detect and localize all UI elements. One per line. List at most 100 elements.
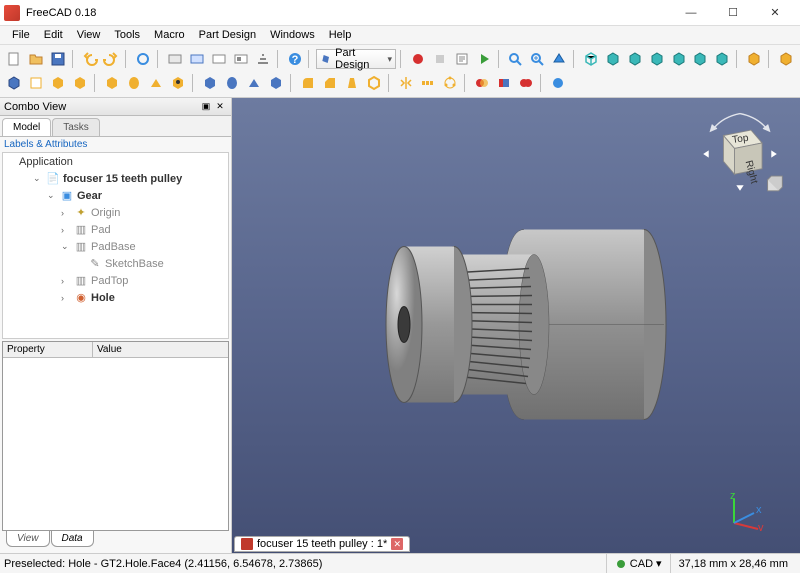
toolbar-button[interactable] [548,73,568,93]
pad-icon: ▥ [74,223,88,237]
navigation-cube[interactable]: Top Right [694,108,786,200]
mirror-button[interactable] [396,73,416,93]
linear-pattern-button[interactable] [418,73,438,93]
tab-view[interactable]: View [6,531,50,547]
view-iso-button[interactable] [581,49,601,69]
window-title: FreeCAD 0.18 [26,7,670,19]
view-top-button[interactable] [625,49,645,69]
fillet-button[interactable] [298,73,318,93]
panel-close-button[interactable]: ✕ [213,100,227,114]
toolbar-button[interactable] [231,49,251,69]
subtractive-loft-button[interactable] [244,73,264,93]
edit-sketch-button[interactable] [48,73,68,93]
combo-view-title: Combo View [4,101,66,113]
hole-icon: ◉ [74,291,88,305]
status-mode: CAD [630,558,653,570]
undo-button[interactable] [80,49,100,69]
menu-edit[interactable]: Edit [38,27,69,43]
chamfer-button[interactable] [320,73,340,93]
toolbar-button[interactable] [187,49,207,69]
viewport-tab-close[interactable]: ✕ [391,538,403,550]
tree-body-gear[interactable]: ⌄▣Gear [45,187,228,204]
3d-viewport[interactable]: Top Right z y x focuser 15 teeth pu [232,98,800,553]
tree-hole[interactable]: ›◉Hole [59,289,228,306]
toggle-part-button[interactable] [776,49,796,69]
menu-view[interactable]: View [71,27,107,43]
pad-button[interactable] [102,73,122,93]
status-preselect: Preselected: Hole - GT2.Hole.Face4 (2.41… [4,558,322,570]
boolean-button[interactable] [472,73,492,93]
loft-button[interactable] [146,73,166,93]
pocket-button[interactable] [200,73,220,93]
record-macro-button[interactable] [408,49,428,69]
tree-document[interactable]: ⌄📄focuser 15 teeth pulley [31,170,228,187]
model-tree[interactable]: Application ⌄📄focuser 15 teeth pulley ⌄▣… [2,152,229,339]
menu-windows[interactable]: Windows [264,27,321,43]
menu-partdesign[interactable]: Part Design [193,27,262,43]
stop-macro-button[interactable] [430,49,450,69]
view-left-button[interactable] [712,49,732,69]
tab-model[interactable]: Model [2,118,51,136]
viewport-tabs: focuser 15 teeth pulley : 1* ✕ [234,535,410,553]
close-button[interactable]: ✕ [754,2,796,24]
view-bottom-button[interactable] [690,49,710,69]
tree-padtop[interactable]: ›▥PadTop [59,272,228,289]
toolbar-area: ? Part Design [0,45,800,98]
tree-sketchbase[interactable]: ✎SketchBase [73,255,228,272]
tab-tasks[interactable]: Tasks [52,118,100,136]
view-front-button[interactable] [603,49,623,69]
refresh-button[interactable] [133,49,153,69]
draft-button[interactable] [342,73,362,93]
menu-macro[interactable]: Macro [148,27,191,43]
measure-button[interactable] [744,49,764,69]
title-bar: FreeCAD 0.18 — ☐ ✕ [0,0,800,26]
subtractive-hole-button[interactable] [266,73,286,93]
view-rear-button[interactable] [669,49,689,69]
tree-pad[interactable]: ›▥Pad [59,221,228,238]
pad-icon: ▥ [74,240,88,254]
revolution-button[interactable] [124,73,144,93]
app-logo-icon [4,5,20,21]
workbench-label: Part Design [335,47,379,71]
zoom-select-button[interactable] [527,49,547,69]
open-file-button[interactable] [26,49,46,69]
save-button[interactable] [48,49,68,69]
toolbar-button[interactable] [253,49,273,69]
panel-float-button[interactable]: ▣ [199,100,213,114]
draw-style-button[interactable] [549,49,569,69]
menu-help[interactable]: Help [323,27,358,43]
viewport-tab[interactable]: focuser 15 teeth pulley : 1* ✕ [234,536,410,552]
tab-data[interactable]: Data [51,531,94,547]
thickness-button[interactable] [364,73,384,93]
menu-file[interactable]: File [6,27,36,43]
svg-text:y: y [758,522,764,531]
menu-tools[interactable]: Tools [108,27,146,43]
hole-button[interactable] [168,73,188,93]
maximize-button[interactable]: ☐ [712,2,754,24]
svg-text:x: x [756,504,762,516]
new-file-button[interactable] [4,49,24,69]
document-icon: 📄 [46,172,60,186]
tree-origin[interactable]: ›✦Origin [59,204,228,221]
groove-button[interactable] [222,73,242,93]
minimize-button[interactable]: — [670,2,712,24]
view-right-button[interactable] [647,49,667,69]
redo-button[interactable] [101,49,121,69]
new-body-button[interactable] [4,73,24,93]
run-macro-button[interactable] [474,49,494,69]
boolean-cut-button[interactable] [494,73,514,93]
status-nav-indicator[interactable]: CAD ▾ [606,554,670,573]
property-grid[interactable]: Property Value [2,341,229,531]
macro-list-button[interactable] [452,49,472,69]
tree-application[interactable]: Application [17,153,228,170]
map-sketch-button[interactable] [70,73,90,93]
new-sketch-button[interactable] [26,73,46,93]
help-icon[interactable]: ? [285,49,305,69]
workbench-selector[interactable]: Part Design [316,49,396,69]
toolbar-button[interactable] [165,49,185,69]
tree-padbase[interactable]: ⌄▥PadBase [59,238,228,255]
boolean-common-button[interactable] [516,73,536,93]
zoom-fit-button[interactable] [506,49,526,69]
toolbar-button[interactable] [209,49,229,69]
polar-pattern-button[interactable] [440,73,460,93]
